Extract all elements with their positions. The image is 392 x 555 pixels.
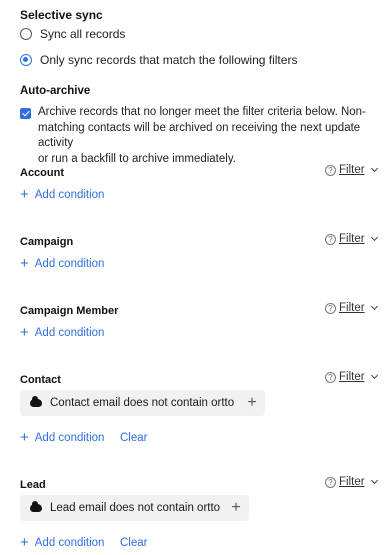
auto-archive-line-2: matching contacts will be archived on re…: [38, 121, 361, 150]
chevron-down-icon[interactable]: [370, 233, 378, 242]
plus-icon: +: [247, 394, 257, 411]
add-condition-contact[interactable]: + Add condition: [20, 429, 105, 446]
question-circle-icon[interactable]: ?: [325, 476, 336, 488]
radio-sync-all-control[interactable]: [20, 28, 32, 40]
radio-sync-filtered-control[interactable]: [20, 54, 32, 66]
question-circle-icon[interactable]: ?: [325, 233, 336, 245]
section-title-campaign: Campaign: [20, 236, 74, 248]
add-condition-label: Add condition: [34, 258, 105, 270]
salesforce-cloud-icon: [30, 501, 42, 512]
clear-link-lead[interactable]: Clear: [120, 537, 147, 549]
selective-sync-title: Selective sync: [20, 8, 103, 22]
add-condition-lead[interactable]: + Add condition: [20, 534, 105, 551]
plus-icon: +: [20, 534, 29, 551]
radio-sync-filtered[interactable]: Only sync records that match the followi…: [20, 53, 297, 67]
chevron-down-icon[interactable]: [370, 476, 378, 485]
auto-archive-line-1: Archive records that no longer meet the …: [38, 106, 366, 118]
filter-link[interactable]: Filter: [339, 302, 365, 314]
question-circle-icon[interactable]: ?: [325, 164, 336, 176]
radio-sync-filtered-label: Only sync records that match the followi…: [40, 53, 298, 67]
radio-sync-all-label: Sync all records: [40, 27, 126, 41]
filter-link[interactable]: Filter: [339, 233, 365, 245]
plus-icon: +: [20, 429, 29, 446]
filter-dropdown-account[interactable]: ? Filter: [325, 164, 378, 176]
add-filter-button-lead[interactable]: +: [223, 495, 249, 521]
add-condition-campaign[interactable]: + Add condition: [20, 255, 105, 272]
plus-icon: +: [20, 186, 29, 203]
chevron-down-icon[interactable]: [370, 302, 378, 311]
plus-icon: +: [231, 499, 241, 516]
filter-dropdown-contact[interactable]: ? Filter: [325, 371, 378, 383]
add-condition-label: Add condition: [34, 327, 105, 339]
filter-link[interactable]: Filter: [339, 164, 365, 176]
clear-link-contact[interactable]: Clear: [120, 432, 147, 444]
auto-archive-title: Auto-archive: [20, 85, 91, 97]
condition-chip-contact[interactable]: Contact email does not contain ortto: [20, 390, 245, 416]
filter-dropdown-campaign-member[interactable]: ? Filter: [325, 302, 378, 314]
add-condition-campaign-member[interactable]: + Add condition: [20, 324, 105, 341]
auto-archive-checkbox[interactable]: [20, 108, 31, 119]
add-condition-label: Add condition: [34, 432, 105, 444]
filter-dropdown-campaign[interactable]: ? Filter: [325, 233, 378, 245]
condition-chip-lead[interactable]: Lead email does not contain ortto: [20, 495, 231, 521]
add-condition-label: Add condition: [34, 537, 105, 549]
plus-icon: +: [20, 255, 29, 272]
section-title-contact: Contact: [20, 374, 61, 386]
section-title-campaign-member: Campaign Member: [20, 305, 119, 317]
section-title-account: Account: [20, 167, 64, 179]
filter-link[interactable]: Filter: [339, 371, 365, 383]
add-condition-label: Add condition: [34, 189, 105, 201]
filter-link[interactable]: Filter: [339, 476, 365, 488]
question-circle-icon[interactable]: ?: [325, 302, 336, 314]
chevron-down-icon[interactable]: [370, 164, 378, 173]
plus-icon: +: [20, 324, 29, 341]
auto-archive-description: Archive records that no longer meet the …: [38, 105, 388, 167]
add-filter-button-contact[interactable]: +: [239, 390, 265, 416]
section-title-lead: Lead: [20, 479, 46, 491]
add-condition-account[interactable]: + Add condition: [20, 186, 105, 203]
radio-sync-all[interactable]: Sync all records: [20, 27, 125, 41]
filter-dropdown-lead[interactable]: ? Filter: [325, 476, 378, 488]
condition-chip-label: Lead email does not contain ortto: [50, 502, 221, 514]
condition-chip-label: Contact email does not contain ortto: [50, 397, 235, 409]
question-circle-icon[interactable]: ?: [325, 371, 336, 383]
salesforce-cloud-icon: [30, 396, 42, 407]
chevron-down-icon[interactable]: [370, 371, 378, 380]
